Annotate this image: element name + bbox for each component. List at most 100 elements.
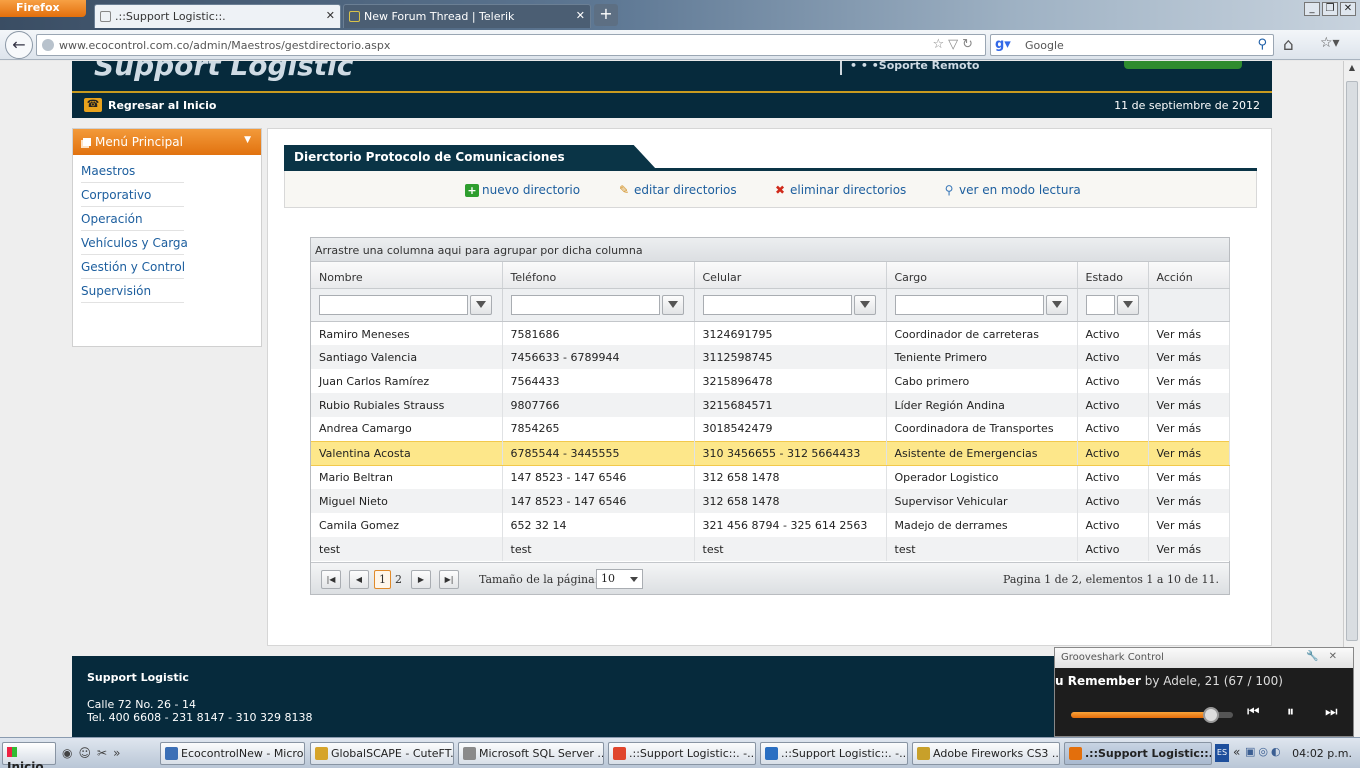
browser-tab-support-logistic[interactable]: .::Support Logistic::. ✕ — [94, 4, 341, 28]
cell-accion[interactable]: Ver más — [1148, 393, 1230, 417]
filter-icon[interactable] — [1045, 294, 1068, 315]
restore-icon[interactable]: ❐ — [1322, 2, 1338, 16]
column-header-cargo[interactable]: Cargo — [886, 262, 1078, 289]
site-logo[interactable]: Support Logistic — [94, 61, 353, 82]
menu-item-gestion[interactable]: Gestión y Control — [81, 255, 185, 279]
group-by-panel[interactable]: Arrastre una columna aqui para agrupar p… — [311, 238, 1229, 262]
table-row[interactable]: Santiago Valencia 7456633 - 6789944 311259… — [311, 345, 1230, 369]
close-tab-icon[interactable]: ✕ — [326, 9, 335, 22]
progress-knob[interactable] — [1203, 707, 1219, 723]
tools-icon[interactable]: ✂ — [97, 746, 113, 760]
table-row[interactable]: Camila Gomez 652 32 14 321 456 8794 - 325 … — [311, 513, 1230, 537]
cell-accion[interactable]: Ver más — [1148, 440, 1230, 466]
menu-item-vehiculos[interactable]: Vehículos y Carga — [81, 231, 188, 255]
previous-track-icon[interactable]: ⏮ — [1247, 704, 1260, 720]
taskbar-item[interactable]: .::Support Logistic::. -... — [760, 742, 908, 765]
column-header-telefono[interactable]: Teléfono — [502, 262, 695, 289]
messenger-icon[interactable]: ☺ — [78, 746, 97, 760]
delete-directories-button[interactable]: ✖ eliminar directorios — [773, 183, 906, 197]
filter-icon[interactable] — [470, 294, 492, 315]
cell-accion[interactable]: Ver más — [1148, 321, 1230, 345]
first-page-icon[interactable]: |◀ — [321, 570, 341, 589]
firefox-icon[interactable]: ◉ — [62, 746, 78, 760]
close-window-icon[interactable]: ✕ — [1340, 2, 1356, 16]
cell-accion[interactable]: Ver más — [1148, 465, 1230, 489]
read-mode-button[interactable]: ⚲ ver en modo lectura — [942, 183, 1081, 197]
menu-item-operacion[interactable]: Operación — [81, 207, 184, 231]
bookmarks-icon[interactable]: ☆▾ — [1320, 35, 1340, 51]
filter-input-nombre[interactable] — [319, 294, 468, 315]
address-bar[interactable]: www.ecocontrol.com.co/admin/Maestros/ges… — [36, 34, 986, 56]
menu-item-corporativo[interactable]: Corporativo — [81, 183, 184, 207]
cell-accion[interactable]: Ver más — [1148, 537, 1230, 561]
table-row[interactable]: Mario Beltran 147 8523 - 147 6546 312 658 … — [311, 465, 1230, 489]
table-row[interactable]: Juan Carlos Ramírez 7564433 3215896478 Cabo… — [311, 369, 1230, 393]
taskbar-item[interactable]: .::Support Logistic::. -... — [608, 742, 756, 765]
taskbar-item[interactable]: GlobalSCAPE - CuteFT... — [310, 742, 454, 765]
tray-expand-icon[interactable]: « — [1233, 745, 1240, 759]
taskbar-item[interactable]: .::Support Logistic::.... — [1064, 742, 1212, 765]
page-number-1[interactable]: 1 — [374, 570, 391, 589]
filter-input-celular[interactable] — [702, 294, 852, 315]
bookmark-star-icon[interactable]: ☆▽↻ — [932, 37, 977, 52]
cell-accion[interactable]: Ver más — [1148, 489, 1230, 513]
chevron-down-icon[interactable] — [626, 570, 642, 588]
taskbar-item[interactable]: Microsoft SQL Server ... — [458, 742, 604, 765]
main-menu-header[interactable]: Menú Principal ▼ — [73, 129, 261, 155]
column-header-nombre[interactable]: Nombre — [311, 262, 503, 289]
prev-page-icon[interactable]: ◀ — [349, 570, 369, 589]
last-page-icon[interactable]: ▶| — [439, 570, 459, 589]
table-row[interactable]: Rubio Rubiales Strauss 9807766 3215684571 L… — [311, 393, 1230, 417]
close-tab-icon[interactable]: ✕ — [576, 9, 585, 22]
next-page-icon[interactable]: ▶ — [411, 570, 431, 589]
search-box[interactable]: g▾ Google ⚲ — [990, 34, 1274, 56]
filter-icon[interactable] — [1116, 294, 1139, 315]
table-row[interactable]: test test test test Activo Ver más — [311, 537, 1230, 561]
table-row[interactable]: Andrea Camargo 7854265 3018542479 Coordinad… — [311, 417, 1230, 441]
browser-tab-telerik[interactable]: New Forum Thread | Telerik ✕ — [343, 4, 591, 28]
cell-accion[interactable]: Ver más — [1148, 369, 1230, 393]
column-header-celular[interactable]: Celular — [694, 262, 887, 289]
wrench-icon[interactable]: 🔧✕ — [1306, 651, 1347, 662]
table-row[interactable]: Valentina Acosta 6785544 - 3445555 310 345… — [311, 440, 1230, 466]
start-button[interactable]: Inicio — [2, 742, 56, 768]
filter-input-estado[interactable] — [1085, 294, 1115, 315]
page-number-2[interactable]: 2 — [395, 573, 402, 586]
new-tab-button[interactable]: + — [594, 4, 618, 26]
filter-icon[interactable] — [853, 294, 876, 315]
table-row[interactable]: Miguel Nieto 147 8523 - 147 6546 312 658 1… — [311, 489, 1230, 513]
taskbar-item[interactable]: Adobe Fireworks CS3 ... — [912, 742, 1060, 765]
filter-icon[interactable] — [661, 294, 684, 315]
chevron-down-icon[interactable]: ▼ — [244, 135, 251, 145]
table-row[interactable]: Ramiro Meneses 7581686 3124691795 Coordinad… — [311, 321, 1230, 345]
cell-accion[interactable]: Ver más — [1148, 417, 1230, 441]
minimize-icon[interactable]: _ — [1304, 2, 1320, 16]
filter-input-cargo[interactable] — [894, 294, 1044, 315]
menu-item-supervision[interactable]: Supervisión — [81, 279, 184, 303]
cell-accion[interactable]: Ver más — [1148, 345, 1230, 369]
cell-accion[interactable]: Ver más — [1148, 513, 1230, 537]
filter-cell-nombre — [311, 288, 503, 322]
pause-icon[interactable]: ⏸ — [1287, 704, 1294, 720]
header-green-button[interactable] — [1124, 61, 1242, 69]
network-icon[interactable]: ▣◎◐ — [1245, 745, 1284, 758]
home-link[interactable]: ☎ Regresar al Inicio — [84, 98, 216, 112]
menu-item-maestros[interactable]: Maestros — [81, 159, 184, 183]
search-icon[interactable]: ⚲ — [1257, 37, 1267, 52]
more-icon[interactable]: » — [113, 746, 126, 760]
new-directory-button[interactable]: + nuevo directorio — [465, 183, 580, 197]
taskbar-item[interactable]: EcocontrolNew - Micro... — [160, 742, 305, 765]
next-track-icon[interactable]: ⏭ — [1325, 704, 1338, 720]
page-size-select[interactable]: 10 — [596, 569, 643, 589]
edit-directories-button[interactable]: ✎ editar directorios — [617, 183, 737, 197]
firefox-menu-button[interactable]: Firefox — [0, 0, 86, 17]
page-scrollbar[interactable]: ▲ — [1343, 61, 1360, 737]
filter-input-telefono[interactable] — [510, 294, 660, 315]
back-button[interactable]: ← — [5, 31, 33, 59]
remote-support-link[interactable]: • • •Soporte Remoto — [850, 61, 979, 72]
home-icon[interactable]: ⌂ — [1283, 35, 1294, 55]
language-indicator[interactable]: ES — [1215, 744, 1229, 762]
scroll-thumb[interactable] — [1346, 81, 1358, 641]
column-header-estado[interactable]: Estado — [1077, 262, 1149, 289]
scroll-up-icon[interactable]: ▲ — [1345, 63, 1359, 77]
